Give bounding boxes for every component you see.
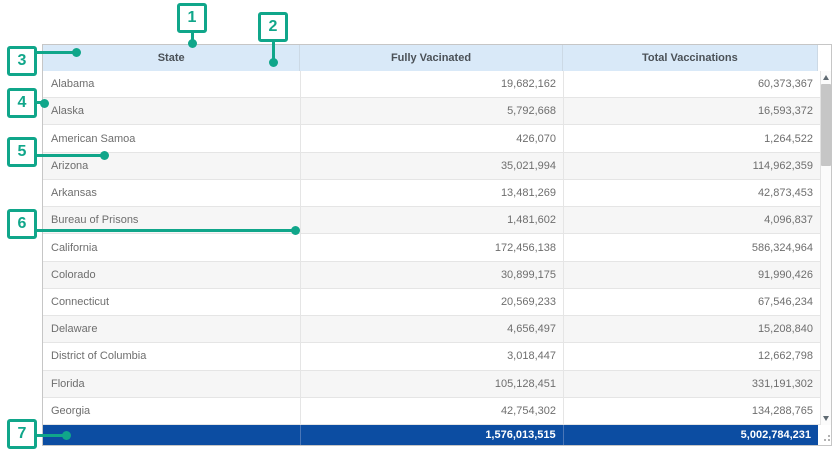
scroll-down-icon [823,416,829,421]
table-row[interactable]: American Samoa426,0701,264,522 [43,125,820,152]
vertical-scrollbar[interactable] [820,71,831,425]
table-row[interactable]: Connecticut20,569,23367,546,234 [43,289,820,316]
cell-fully-vacinated: 172,456,138 [301,234,564,260]
cell-state: American Samoa [43,125,301,151]
table-row[interactable]: Alaska5,792,66816,593,372 [43,98,820,125]
cell-total-vaccinations: 331,191,302 [564,371,820,397]
callout-marker-1: 1 [177,3,207,33]
column-header-fully-vacinated: Fully Vacinated [300,45,562,71]
cell-total-vaccinations: 67,546,234 [564,289,820,315]
table-row[interactable]: Delaware4,656,49715,208,840 [43,316,820,343]
cell-total-vaccinations: 42,873,453 [564,180,820,206]
callout-line-3 [37,51,74,54]
table-header-row: State Fully Vacinated Total Vaccinations [43,45,831,71]
callout-line-5 [37,154,103,157]
cell-fully-vacinated: 35,021,994 [301,153,564,179]
cell-fully-vacinated: 42,754,302 [301,398,564,424]
header-scrollbar-spacer [818,45,831,71]
cell-total-vaccinations: 134,288,765 [564,398,820,424]
cell-total-vaccinations: 60,373,367 [564,71,820,97]
resize-grip-icon[interactable] [822,435,830,443]
cell-state: District of Columbia [43,343,301,369]
cell-fully-vacinated: 5,792,668 [301,98,564,124]
callout-marker-4: 4 [7,88,37,118]
callout-dot-7 [62,431,71,440]
cell-fully-vacinated: 426,070 [301,125,564,151]
summary-cell-fully-vacinated: 1,576,013,515 [300,425,562,445]
cell-fully-vacinated: 1,481,602 [301,207,564,233]
cell-fully-vacinated: 105,128,451 [301,371,564,397]
cell-fully-vacinated: 4,656,497 [301,316,564,342]
cell-total-vaccinations: 91,990,426 [564,262,820,288]
table-row[interactable]: Georgia42,754,302134,288,765 [43,398,820,425]
callout-dot-6 [291,226,300,235]
callout-marker-3: 3 [7,46,37,76]
callout-dot-5 [100,151,109,160]
cell-total-vaccinations: 114,962,359 [564,153,820,179]
callout-marker-5: 5 [7,137,37,167]
cell-fully-vacinated: 19,682,162 [301,71,564,97]
cell-state: Georgia [43,398,301,424]
callout-line-7 [37,434,65,437]
screenshot-canvas: State Fully Vacinated Total Vaccinations… [0,0,833,453]
cell-fully-vacinated: 30,899,175 [301,262,564,288]
table-row[interactable]: Alabama19,682,16260,373,367 [43,71,820,98]
table-row[interactable]: Colorado30,899,17591,990,426 [43,262,820,289]
cell-state: Connecticut [43,289,301,315]
cell-total-vaccinations: 4,096,837 [564,207,820,233]
summary-cell-state [43,425,300,445]
table-widget: State Fully Vacinated Total Vaccinations… [42,44,832,446]
cell-state: Colorado [43,262,301,288]
callout-marker-6: 6 [7,209,37,239]
callout-dot-4 [40,99,49,108]
cell-state: Alaska [43,98,301,124]
cell-state: California [43,234,301,260]
table-row[interactable]: District of Columbia3,018,44712,662,798 [43,343,820,370]
cell-state: Arkansas [43,180,301,206]
cell-state: Delaware [43,316,301,342]
scroll-up-icon [823,75,829,80]
footer-scrollbar-spacer [818,425,831,445]
callout-marker-2: 2 [258,12,288,42]
cell-total-vaccinations: 1,264,522 [564,125,820,151]
cell-fully-vacinated: 13,481,269 [301,180,564,206]
callout-dot-1 [188,39,197,48]
scroll-down-button[interactable] [821,412,831,425]
callout-marker-7: 7 [7,419,37,449]
table-body: Alabama19,682,16260,373,367Alaska5,792,6… [43,71,820,425]
callout-line-6 [37,229,294,232]
cell-total-vaccinations: 12,662,798 [564,343,820,369]
cell-fully-vacinated: 3,018,447 [301,343,564,369]
callout-dot-3 [72,48,81,57]
cell-total-vaccinations: 16,593,372 [564,98,820,124]
summary-cell-total-vaccinations: 5,002,784,231 [563,425,818,445]
scrollbar-thumb[interactable] [821,84,831,166]
cell-state: Florida [43,371,301,397]
table-row[interactable]: California172,456,138586,324,964 [43,234,820,261]
cell-total-vaccinations: 15,208,840 [564,316,820,342]
column-header-state: State [43,45,300,71]
cell-total-vaccinations: 586,324,964 [564,234,820,260]
table-body-area: Alabama19,682,16260,373,367Alaska5,792,6… [43,71,831,425]
column-header-total-vaccinations: Total Vaccinations [563,45,818,71]
callout-dot-2 [269,58,278,67]
table-row[interactable]: Arizona35,021,994114,962,359 [43,153,820,180]
table-row[interactable]: Arkansas13,481,26942,873,453 [43,180,820,207]
cell-state: Alabama [43,71,301,97]
table-summary-row: 1,576,013,515 5,002,784,231 [43,425,831,445]
cell-fully-vacinated: 20,569,233 [301,289,564,315]
scroll-up-button[interactable] [821,71,831,84]
table-row[interactable]: Florida105,128,451331,191,302 [43,371,820,398]
